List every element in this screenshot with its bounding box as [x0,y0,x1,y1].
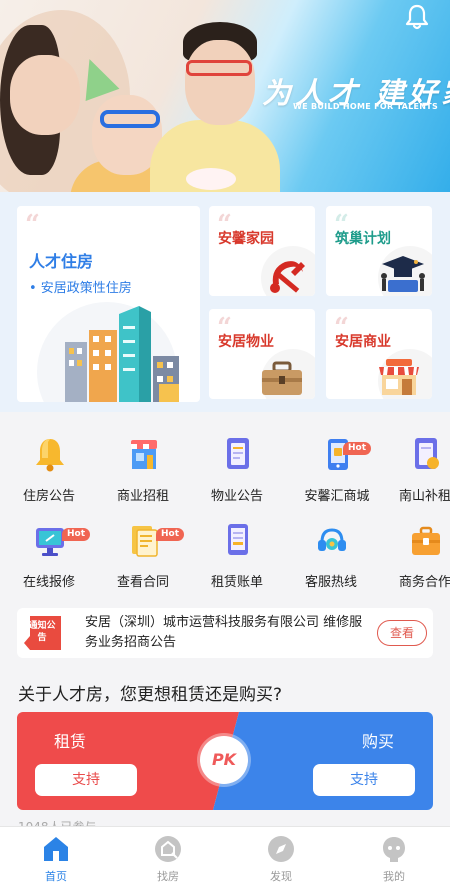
hot-badge: Hot [62,528,91,541]
hero-illustration-shape [185,40,255,125]
tab-label: 找房 [157,870,179,883]
subsidy-icon [415,438,439,469]
hero-illustration-shape [186,168,236,190]
toolbox-icon [262,361,302,395]
tab-home[interactable]: 首页 [0,827,112,886]
card-anju-commerce[interactable]: “ 安居商业 [326,309,432,399]
service-label: 物业公告 [210,489,263,504]
service-business-coop[interactable]: 商务合作 [378,516,450,590]
compass-icon [268,836,294,862]
notice-message: 安居（深圳）城市运营科技服务有限公司 维修服务业务招商公告 [85,615,363,650]
tab-discover[interactable]: 发现 [225,827,337,886]
profile-icon [383,837,405,862]
feature-cards: “ 人才住房 • 安居政策性住房 “ 安馨家园 “ 筑巢计划 “ 安居物业 “ … [0,192,450,412]
pk-left-label: 租赁 [54,732,87,751]
hero-slogan-english: WE BUILD HOME FOR TALENTS [293,102,439,111]
hero-illustration-shape [186,60,252,76]
service-commercial-lease[interactable]: 商业招租 [96,430,190,504]
service-label: 客服热线 [304,575,357,590]
service-nanshan-subsidy[interactable]: 南山补租 [378,430,450,504]
service-label: 查看合同 [116,575,169,590]
notice-view-button[interactable]: 查看 [377,620,427,646]
card-title: 筑巢计划 [335,231,391,247]
bell-icon [36,439,64,472]
hot-badge: Hot [156,528,185,541]
headset-icon [318,528,346,551]
card-anxin-home[interactable]: “ 安馨家园 [209,206,315,296]
tab-bar: 首页 找房 发现 我的 [0,826,450,886]
hero-illustration-shape [100,110,160,128]
card-title: 安居物业 [218,334,274,350]
tab-find-house[interactable]: 找房 [112,827,224,886]
party-emblem-icon [270,261,305,293]
service-hotline[interactable]: 客服热线 [284,516,378,590]
pk-badge: PK [200,736,248,784]
tab-label: 首页 [45,870,67,883]
card-subtitle: • 安居政策性住房 [29,281,132,296]
support-rent-button[interactable]: 支持 [35,764,137,796]
service-rent-bill[interactable]: 租赁账单 [190,516,284,590]
service-anxin-mall[interactable]: Hot 安馨汇商城 [290,430,384,504]
tab-label: 发现 [270,870,292,883]
graduation-icon [381,256,425,292]
service-online-repair[interactable]: Hot 在线报修 [2,516,96,590]
notice-bar[interactable]: 通知公告 安居（深圳）城市运营科技服务有限公司 维修服务业务招商公告 查看 [17,608,433,658]
card-anju-property[interactable]: “ 安居物业 [209,309,315,399]
card-title: 安居商业 [335,334,391,350]
tab-label: 我的 [383,870,405,883]
service-label: 商务合作 [398,575,450,590]
service-label: 安馨汇商城 [304,489,370,504]
service-label: 租赁账单 [210,575,263,590]
service-label: 住房公告 [22,489,75,504]
pk-vote-panel: 租赁 购买 支持 支持 PK [17,712,433,810]
pk-right-label: 购买 [362,732,395,751]
briefcase-icon [412,526,440,555]
find-house-icon [155,836,181,862]
hot-badge: Hot [343,442,372,455]
support-buy-button[interactable]: 支持 [313,764,415,796]
service-label: 在线报修 [22,575,75,590]
tab-profile[interactable]: 我的 [338,827,450,886]
hero-illustration-shape [10,55,80,135]
card-nest-plan[interactable]: “ 筑巢计划 [326,206,432,296]
pk-question: 关于人才房，您更想租赁还是购买? [18,685,283,705]
quote-mark-icon: “ [25,210,40,240]
storefront-icon [379,359,419,395]
service-property-notice[interactable]: 物业公告 [190,430,284,504]
buildings-icon [65,306,179,402]
card-talent-housing[interactable]: “ 人才住房 • 安居政策性住房 [17,206,200,402]
service-label: 商业招租 [116,489,169,504]
bell-icon[interactable] [403,3,431,31]
shop-icon [131,440,157,469]
hero-banner[interactable]: 为人才 建好家 WE BUILD HOME FOR TALENTS [0,0,450,192]
service-label: 南山补租 [398,489,450,504]
card-title: 人才住房 [29,252,94,271]
service-view-contract[interactable]: Hot 查看合同 [96,516,190,590]
bill-icon [228,524,248,555]
service-housing-notice[interactable]: 住房公告 [2,430,96,504]
home-icon [44,837,68,861]
card-title: 安馨家园 [218,231,274,247]
notice-badge-text: 通知公告 [28,621,56,643]
document-icon [227,438,249,469]
